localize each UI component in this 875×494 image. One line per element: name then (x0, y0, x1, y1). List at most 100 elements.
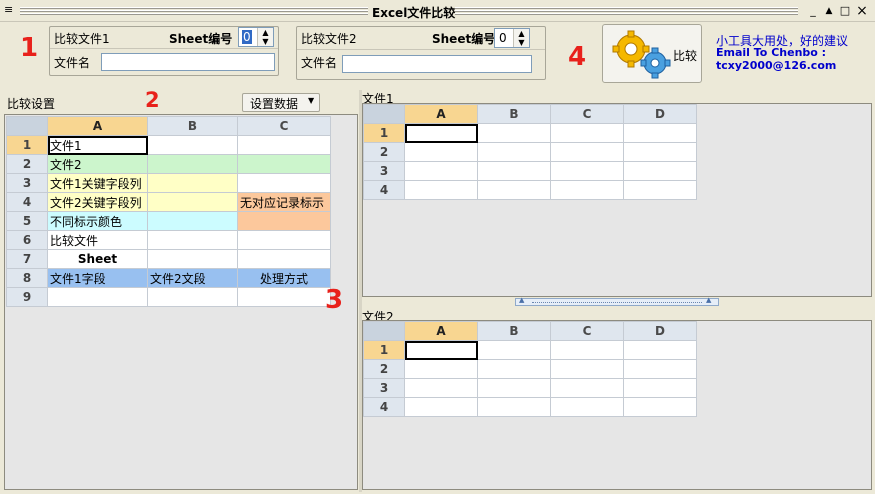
grid-cell[interactable] (237, 135, 331, 155)
grid-cell[interactable]: 不同标示颜色 (47, 211, 148, 231)
grid-cell[interactable]: 文件1 (47, 135, 148, 155)
settings-data-dropdown[interactable]: 设置数据 ▼ (242, 93, 320, 112)
grid-cell[interactable] (147, 192, 238, 212)
maximize-button[interactable]: □ (838, 4, 852, 18)
column-header[interactable]: B (477, 104, 551, 124)
row-header[interactable]: 1 (363, 340, 405, 360)
column-header[interactable]: C (550, 321, 624, 341)
row-header[interactable]: 4 (363, 397, 405, 417)
grid-cell[interactable]: 文件1字段 (47, 268, 148, 288)
column-header[interactable]: D (623, 321, 697, 341)
file1-sheet-value[interactable]: 0 (242, 30, 252, 44)
grid-cell[interactable] (550, 161, 624, 181)
column-header[interactable]: C (550, 104, 624, 124)
collapse-up-icon[interactable]: ▲ (519, 296, 524, 304)
grid-cell[interactable] (477, 142, 551, 162)
grid-cell[interactable] (237, 230, 331, 250)
grid-cell[interactable] (404, 340, 478, 360)
row-header[interactable]: 1 (363, 123, 405, 143)
grid-cell[interactable] (477, 161, 551, 181)
grid-cell[interactable] (404, 161, 478, 181)
file2-grid[interactable]: A B C D 1 2 3 4 (363, 321, 697, 417)
grid-cell[interactable]: Sheet (47, 249, 148, 269)
grid-cell[interactable] (550, 340, 624, 360)
row-header[interactable]: 9 (6, 287, 48, 307)
grid-cell[interactable] (550, 397, 624, 417)
column-header[interactable]: B (477, 321, 551, 341)
info-email-address[interactable]: tcxy2000@126.com (716, 59, 836, 72)
grid-cell[interactable]: 文件2 (47, 154, 148, 174)
grid-cell[interactable] (477, 340, 551, 360)
grid-cell[interactable]: 比较文件 (47, 230, 148, 250)
grid-cell[interactable] (237, 211, 331, 231)
grid-cell[interactable] (237, 249, 331, 269)
collapse-up-icon[interactable]: ▲ (706, 296, 711, 304)
row-header[interactable]: 3 (363, 161, 405, 181)
grid-cell[interactable]: 处理方式 (237, 268, 331, 288)
settings-grid[interactable]: A B C 1 文件1 2 文件2 3 文件1关键字段列 4 文件2关键字段列 … (6, 116, 331, 307)
spinner-arrows-icon[interactable]: ▲ ▼ (257, 28, 273, 46)
column-header[interactable]: A (47, 116, 148, 136)
column-header[interactable]: A (404, 104, 478, 124)
file2-sheet-value[interactable]: 0 (499, 31, 507, 45)
column-header[interactable]: B (147, 116, 238, 136)
restore-button[interactable]: ▲ (822, 4, 836, 18)
grid-cell[interactable] (404, 123, 478, 143)
grid-cell[interactable] (550, 142, 624, 162)
grid-cell[interactable] (404, 378, 478, 398)
grid-cell[interactable] (477, 359, 551, 379)
row-header[interactable]: 6 (6, 230, 48, 250)
column-header[interactable]: D (623, 104, 697, 124)
column-header[interactable]: A (404, 321, 478, 341)
row-header[interactable]: 3 (6, 173, 48, 193)
grid-cell[interactable]: 文件1关键字段列 (47, 173, 148, 193)
grid-cell[interactable] (404, 142, 478, 162)
row-header[interactable]: 4 (363, 180, 405, 200)
grid-cell[interactable] (237, 287, 331, 307)
grid-cell[interactable] (147, 249, 238, 269)
grid-cell[interactable] (477, 180, 551, 200)
grid-cell[interactable] (147, 230, 238, 250)
spinner-arrows-icon[interactable]: ▲ ▼ (513, 29, 529, 47)
grid-cell[interactable] (237, 154, 331, 174)
grid-cell[interactable] (47, 287, 148, 307)
grid-cell[interactable] (477, 397, 551, 417)
horizontal-splitter[interactable]: ▲ ▲ (515, 296, 719, 306)
compare-button[interactable]: 比较 (602, 24, 702, 83)
grid-cell[interactable] (623, 161, 697, 181)
row-header[interactable]: 5 (6, 211, 48, 231)
row-header[interactable]: 2 (6, 154, 48, 174)
grid-cell[interactable] (550, 180, 624, 200)
grid-cell[interactable]: 文件2文段 (147, 268, 238, 288)
grid-cell[interactable] (147, 173, 238, 193)
grid-cell[interactable] (147, 135, 238, 155)
grid-cell[interactable] (623, 180, 697, 200)
file1-sheet-spinner[interactable]: 0 ▲ ▼ (238, 27, 274, 47)
grid-cell[interactable] (477, 378, 551, 398)
grid-cell[interactable] (404, 397, 478, 417)
grid-cell[interactable] (623, 378, 697, 398)
grid-cell[interactable]: 文件2关键字段列 (47, 192, 148, 212)
file1-grid[interactable]: A B C D 1 2 3 4 (363, 104, 697, 200)
grid-cell[interactable] (550, 123, 624, 143)
grid-cell[interactable] (550, 359, 624, 379)
grid-cell[interactable] (623, 340, 697, 360)
grid-corner[interactable] (6, 116, 48, 136)
grid-cell[interactable] (404, 359, 478, 379)
row-header[interactable]: 1 (6, 135, 48, 155)
grid-cell[interactable] (404, 180, 478, 200)
column-header[interactable]: C (237, 116, 331, 136)
grid-corner[interactable] (363, 104, 405, 124)
file2-sheet-spinner[interactable]: 0 ▲ ▼ (494, 28, 530, 48)
grid-corner[interactable] (363, 321, 405, 341)
grid-cell[interactable] (550, 378, 624, 398)
system-menu-icon[interactable]: ≡ (4, 3, 13, 16)
grid-cell[interactable] (477, 123, 551, 143)
grid-cell[interactable] (147, 287, 238, 307)
grid-cell[interactable] (623, 397, 697, 417)
row-header[interactable]: 4 (6, 192, 48, 212)
row-header[interactable]: 2 (363, 359, 405, 379)
file1-filename-input[interactable] (101, 53, 275, 71)
minimize-button[interactable]: _ (806, 4, 820, 18)
row-header[interactable]: 3 (363, 378, 405, 398)
